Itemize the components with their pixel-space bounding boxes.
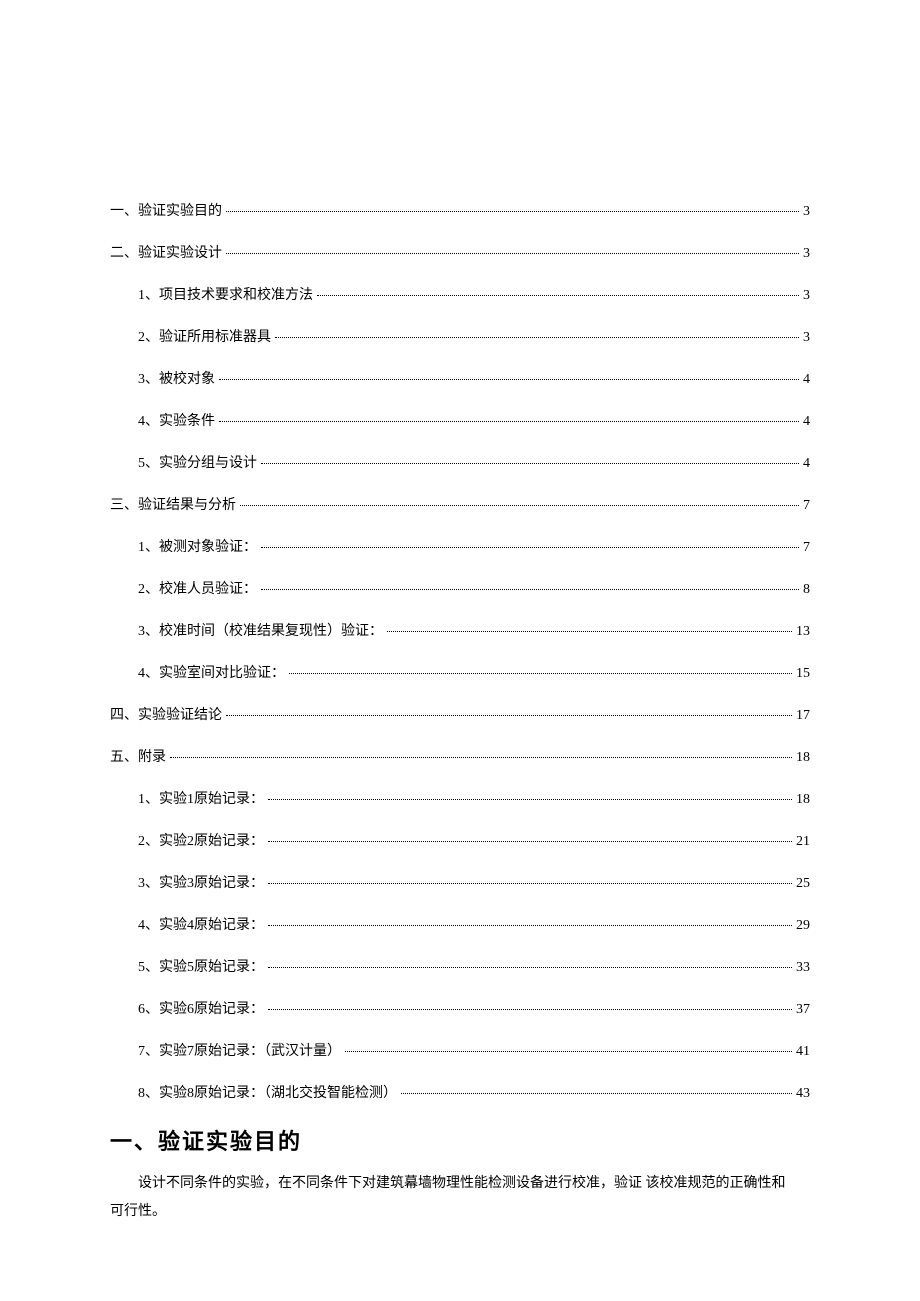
- toc-entry-label: 4、实验4原始记录：: [138, 914, 264, 934]
- toc-entry: 2、验证所用标准器具 3: [110, 326, 810, 346]
- toc-entry: 2、实验2原始记录： 21: [110, 830, 810, 850]
- toc-entry: 3、被校对象 4: [110, 368, 810, 388]
- toc-entry-label: 1、被测对象验证：: [138, 536, 257, 556]
- toc-entry: 1、项目技术要求和校准方法 3: [110, 284, 810, 304]
- toc-leader-dots: [226, 210, 799, 212]
- toc-leader-dots: [387, 630, 792, 632]
- toc-entry: 一、验证实验目的 3: [110, 200, 810, 220]
- toc-entry-page: 41: [796, 1044, 810, 1060]
- toc-entry-page: 25: [796, 876, 810, 892]
- toc-entry-page: 3: [803, 288, 810, 304]
- toc-entry: 三、验证结果与分析 7: [110, 494, 810, 514]
- toc-entry-label: 二、验证实验设计: [110, 242, 222, 262]
- toc-leader-dots: [401, 1092, 792, 1094]
- toc-leader-dots: [226, 714, 792, 716]
- toc-leader-dots: [345, 1050, 792, 1052]
- toc-leader-dots: [268, 924, 792, 926]
- toc-entry-page: 18: [796, 792, 810, 808]
- document-page: 一、验证实验目的3二、验证实验设计31、项目技术要求和校准方法 32、验证所用标…: [0, 0, 920, 1286]
- toc-entry-page: 15: [796, 666, 810, 682]
- toc-leader-dots: [219, 420, 799, 422]
- toc-entry-label: 7、实验7原始记录：（武汉计量）: [138, 1040, 341, 1060]
- section-1-paragraph-line1: 设计不同条件的实验，在不同条件下对建筑幕墙物理性能检测设备进行校准，验证 该校准…: [110, 1170, 810, 1198]
- toc-entry: 二、验证实验设计 3: [110, 242, 810, 262]
- toc-entry-page: 3: [803, 204, 810, 220]
- toc-entry: 1、实验1原始记录： 18: [110, 788, 810, 808]
- toc-leader-dots: [261, 546, 799, 548]
- toc-entry-label: 5、实验分组与设计: [138, 452, 257, 472]
- toc-entry-label: 2、校准人员验证：: [138, 578, 257, 598]
- toc-entry-page: 18: [796, 750, 810, 766]
- toc-entry-page: 33: [796, 960, 810, 976]
- toc-entry-page: 3: [803, 330, 810, 346]
- toc-entry: 7、实验7原始记录：（武汉计量） 41: [110, 1040, 810, 1060]
- toc-entry: 6、实验6原始记录： 37: [110, 998, 810, 1018]
- toc-entry-page: 4: [803, 414, 810, 430]
- toc-entry-page: 4: [803, 372, 810, 388]
- toc-leader-dots: [170, 756, 792, 758]
- toc-entry-page: 29: [796, 918, 810, 934]
- toc-entry-label: 8、实验8原始记录：（湖北交投智能检测）: [138, 1082, 397, 1102]
- toc-leader-dots: [289, 672, 792, 674]
- section-1-heading: 一、验证实验目的: [110, 1124, 810, 1156]
- toc-entry: 5、实验5原始记录： 33: [110, 956, 810, 976]
- toc-entry-label: 3、实验3原始记录：: [138, 872, 264, 892]
- toc-entry-page: 7: [803, 498, 810, 514]
- toc-leader-dots: [268, 966, 792, 968]
- toc-entry: 3、实验3原始记录： 25: [110, 872, 810, 892]
- table-of-contents: 一、验证实验目的3二、验证实验设计31、项目技术要求和校准方法 32、验证所用标…: [110, 200, 810, 1102]
- toc-entry: 4、实验4原始记录： 29: [110, 914, 810, 934]
- toc-entry-label: 1、实验1原始记录：: [138, 788, 264, 808]
- toc-entry-label: 四、实验验证结论: [110, 704, 222, 724]
- toc-entry-label: 2、实验2原始记录：: [138, 830, 264, 850]
- toc-leader-dots: [219, 378, 799, 380]
- toc-entry-page: 17: [796, 708, 810, 724]
- toc-entry-page: 13: [796, 624, 810, 640]
- section-1-paragraph-line2: 可行性。: [110, 1198, 810, 1226]
- toc-entry-page: 8: [803, 582, 810, 598]
- toc-entry: 3、校准时间（校准结果复现性）验证： 13: [110, 620, 810, 640]
- toc-leader-dots: [240, 504, 799, 506]
- toc-entry: 5、实验分组与设计 4: [110, 452, 810, 472]
- toc-entry: 1、被测对象验证： 7: [110, 536, 810, 556]
- toc-leader-dots: [268, 840, 792, 842]
- toc-entry-label: 2、验证所用标准器具: [138, 326, 271, 346]
- toc-leader-dots: [261, 588, 799, 590]
- toc-entry-label: 3、校准时间（校准结果复现性）验证：: [138, 620, 383, 640]
- toc-entry-page: 4: [803, 456, 810, 472]
- toc-entry-label: 一、验证实验目的: [110, 200, 222, 220]
- toc-entry: 五、附录 18: [110, 746, 810, 766]
- toc-entry-label: 4、实验条件: [138, 410, 215, 430]
- toc-entry-label: 1、项目技术要求和校准方法: [138, 284, 313, 304]
- toc-entry-label: 3、被校对象: [138, 368, 215, 388]
- toc-leader-dots: [268, 798, 792, 800]
- toc-entry: 4、实验室间对比验证： 15: [110, 662, 810, 682]
- toc-entry-label: 4、实验室间对比验证：: [138, 662, 285, 682]
- toc-entry-page: 7: [803, 540, 810, 556]
- toc-leader-dots: [226, 252, 799, 254]
- toc-leader-dots: [261, 462, 799, 464]
- toc-entry-label: 三、验证结果与分析: [110, 494, 236, 514]
- toc-entry: 四、实验验证结论 17: [110, 704, 810, 724]
- toc-entry-page: 43: [796, 1086, 810, 1102]
- toc-entry: 8、实验8原始记录：（湖北交投智能检测） 43: [110, 1082, 810, 1102]
- toc-entry-label: 五、附录: [110, 746, 166, 766]
- toc-entry-page: 37: [796, 1002, 810, 1018]
- toc-entry: 4、实验条件 4: [110, 410, 810, 430]
- toc-entry-label: 6、实验6原始记录：: [138, 998, 264, 1018]
- toc-leader-dots: [275, 336, 799, 338]
- toc-leader-dots: [268, 1008, 792, 1010]
- toc-entry-page: 3: [803, 246, 810, 262]
- toc-leader-dots: [317, 294, 799, 296]
- toc-entry-label: 5、实验5原始记录：: [138, 956, 264, 976]
- toc-entry: 2、校准人员验证： 8: [110, 578, 810, 598]
- toc-entry-page: 21: [796, 834, 810, 850]
- toc-leader-dots: [268, 882, 792, 884]
